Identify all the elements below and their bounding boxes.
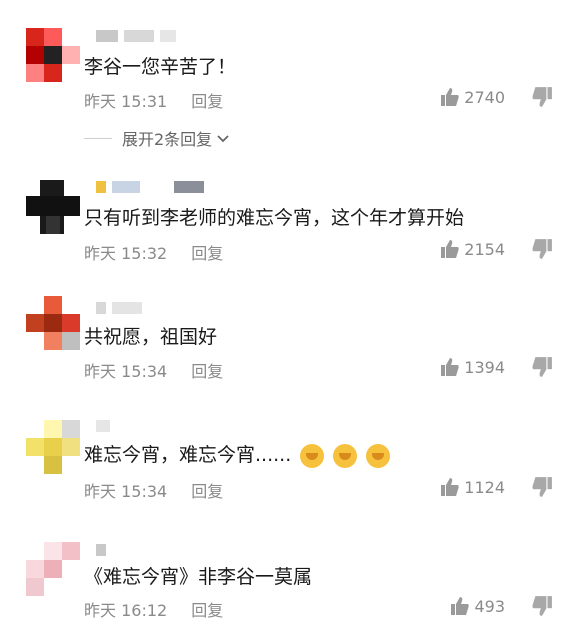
comment-text-body: 难忘今宵，难忘今宵...... — [84, 444, 292, 466]
comment-text: 难忘今宵，难忘今宵...... — [84, 440, 391, 468]
comment-time: 昨天 16:12 — [84, 601, 168, 620]
thumbs-down-icon[interactable] — [531, 238, 553, 260]
comment-text: 李谷一您辛苦了！ — [84, 56, 237, 78]
like-button[interactable]: 2740 — [440, 87, 505, 107]
like-button[interactable]: 2154 — [440, 239, 505, 259]
reply-button[interactable]: 回复 — [191, 88, 223, 112]
comment-time: 昨天 15:32 — [84, 244, 168, 263]
like-count: 493 — [474, 596, 505, 616]
reply-button[interactable]: 回复 — [191, 358, 223, 382]
thumbs-down-icon[interactable] — [531, 86, 553, 108]
thumbs-down-icon[interactable] — [531, 595, 553, 617]
thumbs-up-icon — [440, 87, 460, 107]
divider-line — [84, 137, 112, 139]
comment-text: 只有听到李老师的难忘今宵，这个年才算开始 — [84, 207, 465, 229]
chevron-down-icon — [216, 129, 230, 148]
comment-text: 《难忘今宵》非李谷一莫属 — [84, 566, 313, 588]
thumbs-up-icon — [450, 596, 470, 616]
username-blur[interactable] — [96, 544, 106, 556]
like-button[interactable]: 1124 — [440, 477, 505, 497]
username-blur[interactable] — [96, 420, 110, 432]
comment-time: 昨天 15:34 — [84, 482, 168, 501]
like-count: 2740 — [464, 87, 505, 107]
clapping-emoji-icon — [366, 443, 391, 468]
reply-button[interactable]: 回复 — [191, 478, 223, 502]
clapping-emoji-icon — [333, 443, 358, 468]
username-blur[interactable] — [96, 181, 204, 193]
comment-meta: 昨天 15:34 回复 — [84, 358, 223, 382]
like-count: 1394 — [464, 357, 505, 377]
like-button[interactable]: 493 — [450, 596, 505, 616]
like-button[interactable]: 1394 — [440, 357, 505, 377]
thumbs-up-icon — [440, 477, 460, 497]
username-blur[interactable] — [96, 30, 176, 42]
avatar[interactable] — [26, 420, 80, 474]
comment-meta: 昨天 15:31 回复 — [84, 88, 223, 112]
avatar[interactable] — [26, 296, 80, 350]
avatar[interactable] — [26, 542, 80, 596]
username-blur[interactable] — [96, 302, 142, 314]
thumbs-up-icon — [440, 239, 460, 259]
avatar[interactable] — [26, 28, 80, 82]
thumbs-up-icon — [440, 357, 460, 377]
expand-replies-button[interactable]: 展开2条回复 — [84, 126, 230, 150]
thumbs-down-icon[interactable] — [531, 356, 553, 378]
expand-label: 展开2条回复 — [122, 130, 213, 149]
reply-button[interactable]: 回复 — [191, 240, 223, 264]
like-count: 2154 — [464, 239, 505, 259]
comment-meta: 昨天 15:34 回复 — [84, 478, 223, 502]
comment-text: 共祝愿，祖国好 — [84, 326, 218, 348]
comment-time: 昨天 15:34 — [84, 362, 168, 381]
thumbs-down-icon[interactable] — [531, 476, 553, 498]
comment-meta: 昨天 15:32 回复 — [84, 240, 223, 264]
clapping-emoji-icon — [300, 443, 325, 468]
avatar[interactable] — [26, 180, 80, 234]
comment-time: 昨天 15:31 — [84, 92, 168, 111]
reply-button[interactable]: 回复 — [191, 597, 223, 621]
comment-meta: 昨天 16:12 回复 — [84, 597, 223, 621]
like-count: 1124 — [464, 477, 505, 497]
